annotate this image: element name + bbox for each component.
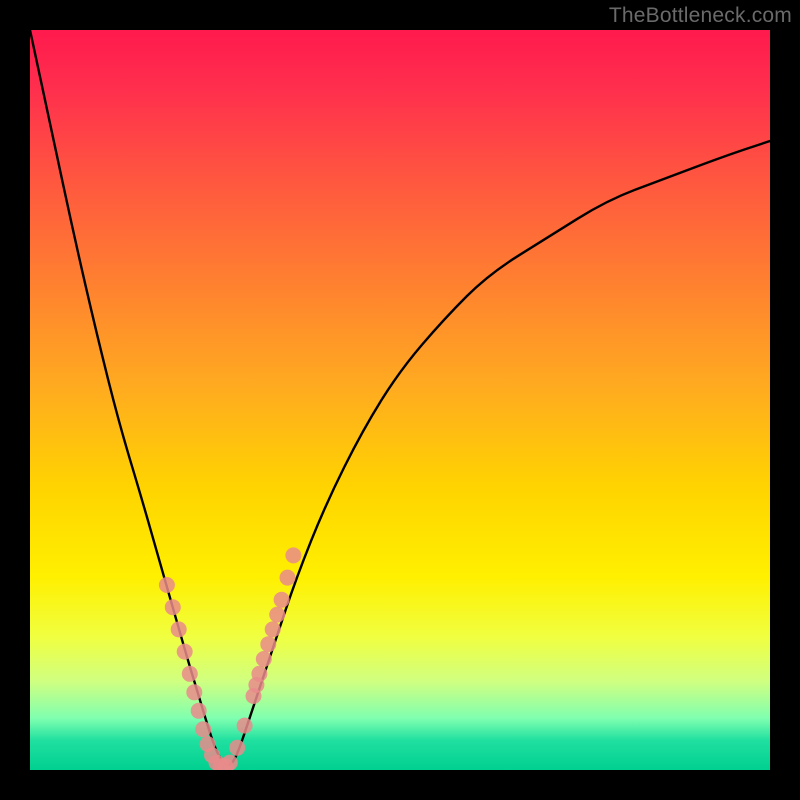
plot-area bbox=[30, 30, 770, 770]
curve-layer bbox=[30, 30, 770, 770]
highlight-marker bbox=[195, 721, 211, 737]
highlight-marker bbox=[274, 592, 290, 608]
highlight-marker bbox=[229, 740, 245, 756]
watermark-text: TheBottleneck.com bbox=[609, 4, 792, 28]
highlight-marker bbox=[177, 644, 193, 660]
highlight-marker bbox=[280, 570, 296, 586]
highlight-marker bbox=[260, 636, 276, 652]
highlight-markers bbox=[159, 547, 302, 770]
highlight-marker bbox=[222, 755, 238, 770]
figure-frame: TheBottleneck.com bbox=[0, 0, 800, 800]
highlight-marker bbox=[159, 577, 175, 593]
highlight-marker bbox=[269, 607, 285, 623]
bottleneck-curve-path bbox=[30, 30, 770, 765]
highlight-marker bbox=[256, 651, 272, 667]
highlight-marker bbox=[165, 599, 181, 615]
highlight-marker bbox=[285, 547, 301, 563]
highlight-marker bbox=[237, 718, 253, 734]
highlight-marker bbox=[171, 621, 187, 637]
highlight-marker bbox=[186, 684, 202, 700]
highlight-marker bbox=[191, 703, 207, 719]
highlight-marker bbox=[182, 666, 198, 682]
highlight-marker bbox=[251, 666, 267, 682]
bottleneck-curve bbox=[30, 30, 770, 765]
highlight-marker bbox=[265, 621, 281, 637]
